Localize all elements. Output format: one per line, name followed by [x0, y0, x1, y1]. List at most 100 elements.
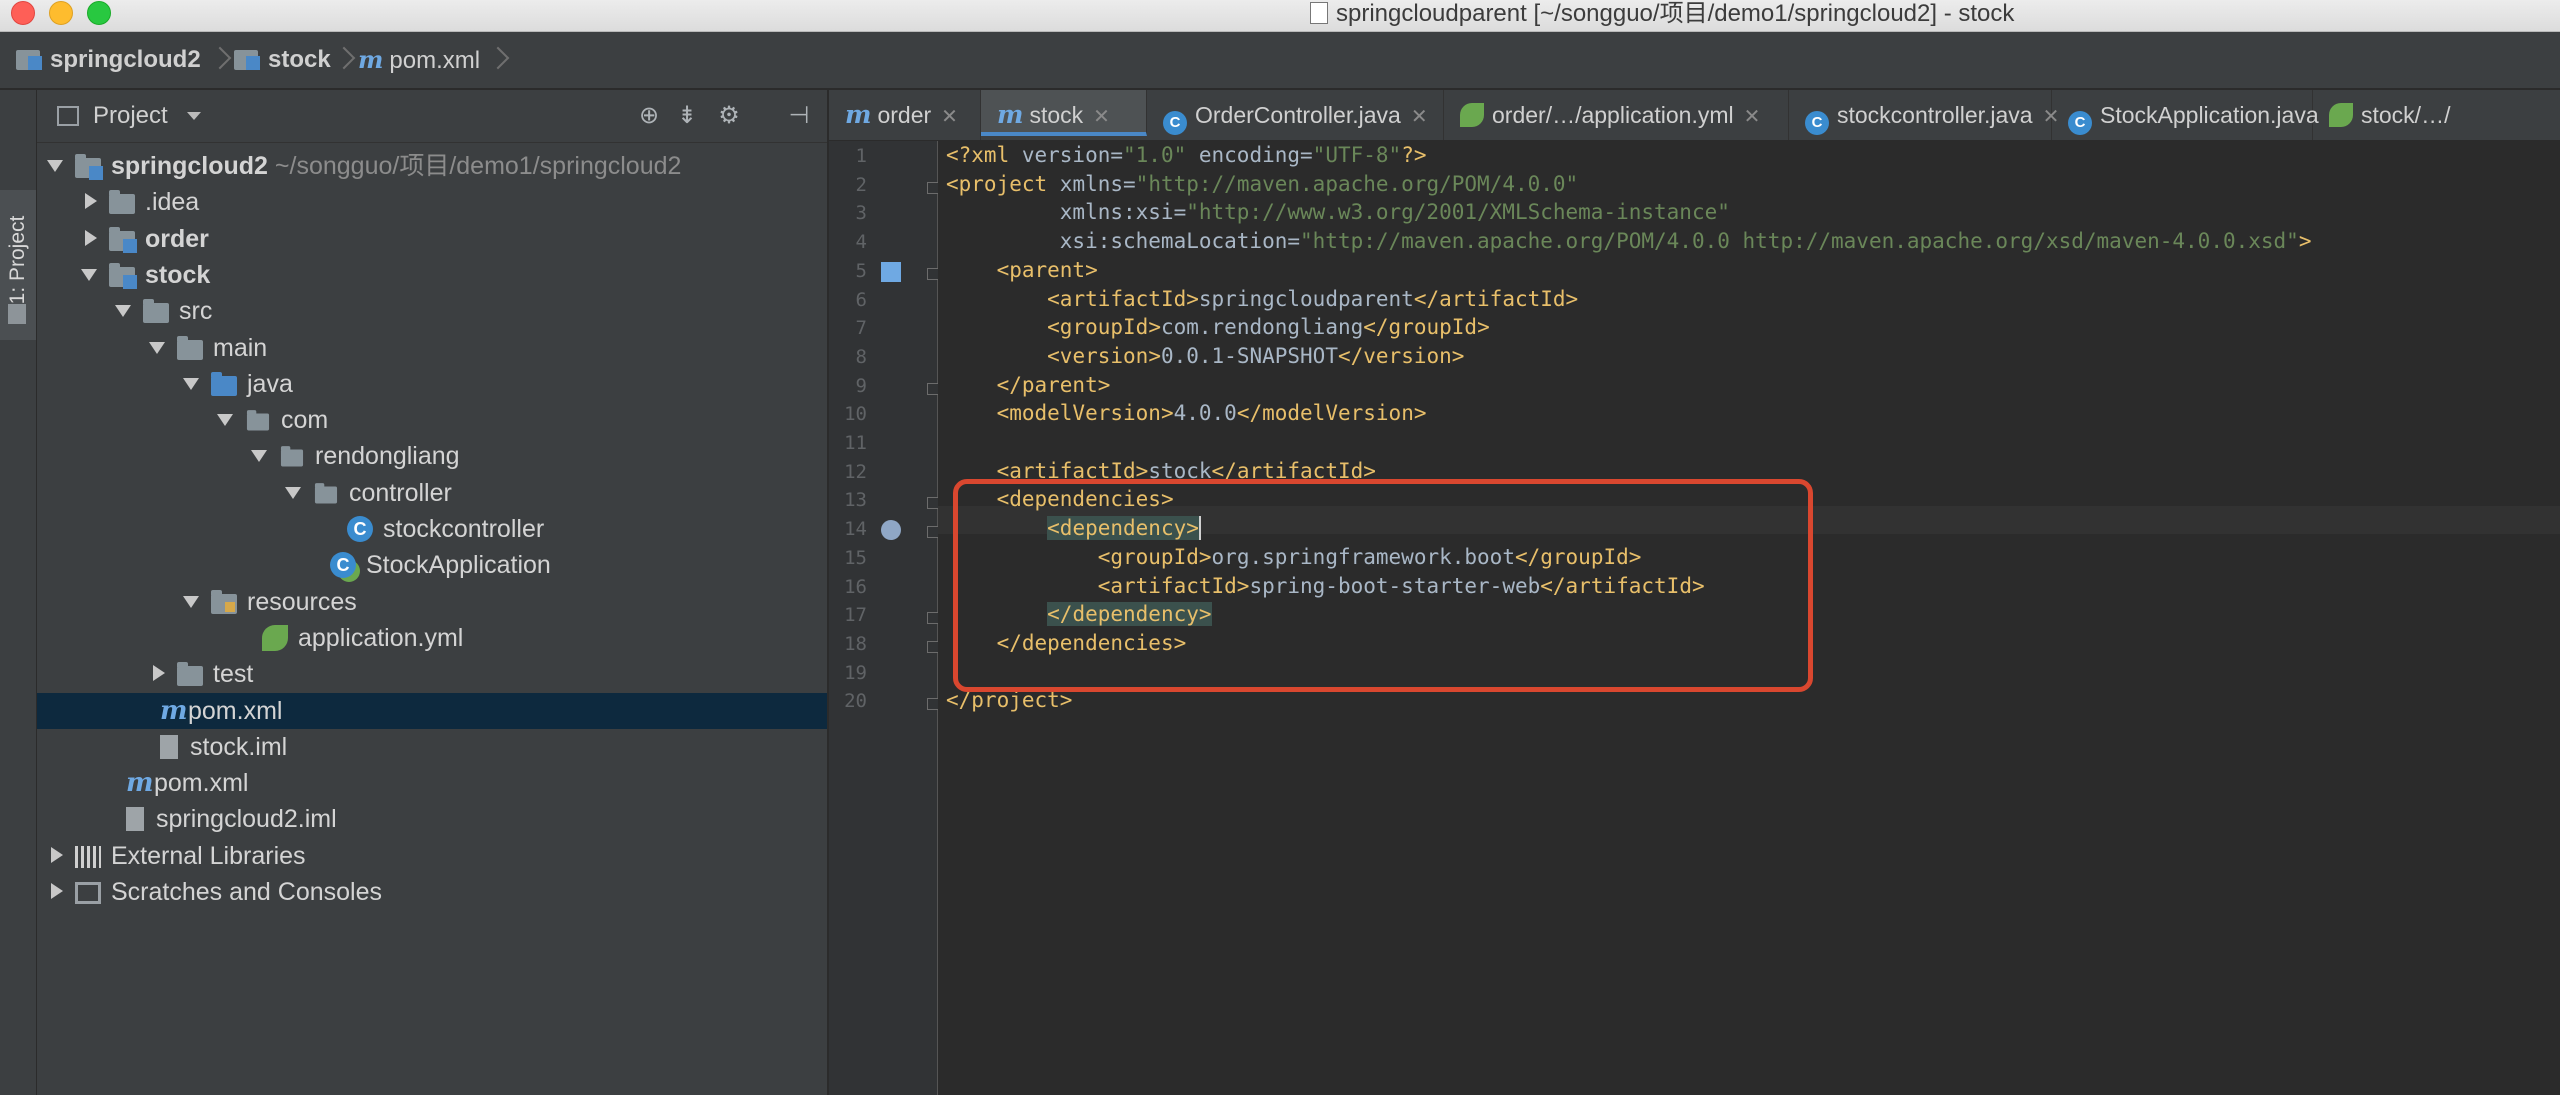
tree-item[interactable]: application.yml — [37, 620, 827, 656]
tree-item[interactable]: C StockApplication — [37, 547, 827, 583]
breadcrumb-separator — [336, 46, 350, 74]
expand-arrow-open-icon[interactable] — [215, 402, 235, 438]
tree-item[interactable]: java — [37, 366, 827, 402]
expand-arrow-open-icon[interactable] — [249, 438, 269, 474]
tree-item[interactable]: Scratches and Consoles — [37, 874, 827, 910]
class-icon: C — [347, 516, 373, 542]
tree-item-text: StockApplication — [366, 551, 551, 580]
collapse-icon[interactable]: ⇟ — [673, 102, 701, 130]
editor-tab-label: order — [877, 102, 932, 128]
breadcrumb-project-label: springcloud2 — [50, 46, 201, 73]
maximize-window-button[interactable] — [87, 1, 111, 25]
expand-arrow-open-icon[interactable] — [181, 584, 201, 620]
line-number: 18 — [844, 632, 867, 655]
iml-file-icon — [126, 807, 144, 832]
tree-item-label: order — [145, 221, 209, 257]
editor-tab[interactable]: C OrderController.java ✕ — [1147, 90, 1444, 140]
tree-item-text: com — [281, 406, 329, 435]
expand-arrow-closed-icon[interactable] — [45, 874, 65, 910]
spring-config-icon — [1460, 103, 1484, 127]
tree-item[interactable]: test — [37, 656, 827, 692]
maven-parent-icon[interactable] — [881, 261, 901, 282]
expand-arrow-closed-icon[interactable] — [79, 184, 99, 220]
tree-item[interactable]: src — [37, 293, 827, 329]
hide-icon[interactable]: ⊣ — [785, 102, 813, 130]
line-number: 20 — [844, 690, 867, 713]
close-tab-icon[interactable]: ✕ — [1411, 106, 1428, 128]
line-number: 12 — [844, 460, 867, 483]
tree-item-text: pom.xml — [154, 769, 249, 798]
expand-arrow-open-icon[interactable] — [113, 293, 133, 329]
spring-class-icon: C — [330, 552, 356, 579]
tree-item[interactable]: resources — [37, 584, 827, 620]
minimize-window-button[interactable] — [49, 1, 73, 25]
editor-tab-label: order/…/application.yml — [1492, 102, 1734, 128]
tree-item[interactable]: order — [37, 221, 827, 257]
expand-arrow-open-icon[interactable] — [147, 330, 167, 366]
close-tab-icon[interactable]: ✕ — [941, 106, 958, 128]
tree-item[interactable]: rendongliang — [37, 438, 827, 474]
expand-arrow-closed-icon[interactable] — [45, 838, 65, 874]
line-number: 7 — [855, 317, 867, 340]
tree-item[interactable]: Cstockcontroller — [37, 511, 827, 547]
line-number: 9 — [855, 374, 867, 397]
expand-arrow-open-icon[interactable] — [45, 148, 65, 184]
line-number: 5 — [855, 259, 867, 282]
maven-file-icon: m — [358, 45, 384, 74]
dependency-icon[interactable] — [881, 520, 901, 541]
tree-item-text: test — [213, 660, 254, 689]
tree-item-text: main — [213, 333, 268, 362]
editor-tab[interactable]: m order ✕ — [829, 90, 981, 140]
tree-item[interactable]: stock — [37, 257, 827, 293]
gear-icon[interactable]: ⚙ — [715, 102, 743, 130]
line-number: 17 — [844, 604, 867, 627]
code-line: <groupId>com.rendongliang</groupId> — [1047, 315, 1490, 340]
folder-icon — [143, 299, 169, 324]
close-window-button[interactable] — [11, 1, 35, 25]
chevron-down-icon[interactable] — [187, 112, 201, 120]
package-icon — [314, 482, 338, 504]
tree-item[interactable]: springcloud2.iml — [37, 801, 827, 837]
expand-arrow-closed-icon[interactable] — [79, 221, 99, 257]
editor-tab[interactable]: order/…/application.yml ✕ — [1444, 90, 1789, 140]
tree-item[interactable]: m pom.xml — [37, 692, 827, 729]
line-number: 11 — [844, 432, 867, 454]
tree-item[interactable]: stock.iml — [37, 729, 827, 765]
tree-item-text: resources — [247, 587, 357, 616]
package-icon — [280, 446, 304, 467]
expand-arrow-open-icon[interactable] — [181, 366, 201, 402]
tree-item[interactable]: main — [37, 330, 827, 366]
tree-item[interactable]: m pom.xml — [37, 765, 827, 801]
close-tab-icon[interactable]: ✕ — [1093, 106, 1110, 128]
project-tool-window-label[interactable]: 1: Project — [6, 200, 30, 320]
tree-item[interactable]: com — [37, 402, 827, 438]
project-panel: Project ⊕ ⇟ ⚙ ⊣ springcloud2 ~/songguo/项… — [37, 90, 829, 1095]
tree-item-label: StockApplication — [366, 547, 551, 583]
editor-tab[interactable]: m stock ✕ — [981, 90, 1147, 136]
line-number: 15 — [844, 546, 867, 569]
project-view-selector[interactable]: Project — [93, 102, 168, 130]
tree-item-label: stock — [145, 257, 210, 293]
project-panel-header: Project ⊕ ⇟ ⚙ ⊣ — [37, 90, 827, 143]
structure-icon[interactable] — [8, 304, 26, 324]
tree-item-text: stock — [145, 260, 211, 289]
editor-tab[interactable]: Cstockcontroller.java ✕ — [1789, 90, 2059, 140]
tree-item[interactable]: controller — [37, 475, 827, 511]
editor-tab[interactable]: stock/…/ — [2313, 90, 2560, 140]
expand-arrow-open-icon[interactable] — [79, 257, 99, 293]
tree-item[interactable]: springcloud2 ~/songguo/项目/demo1/springcl… — [37, 148, 827, 184]
close-tab-icon[interactable]: ✕ — [1744, 106, 1761, 128]
breadcrumb-project[interactable]: springcloud2 — [16, 32, 201, 88]
breadcrumb-module[interactable]: stock — [234, 32, 331, 88]
expand-arrow-closed-icon[interactable] — [147, 656, 167, 692]
expand-arrow-open-icon[interactable] — [283, 475, 303, 511]
editor-gutter: 1 2 3 4 5 6 7 8 9 10 11 12 13 14 15 16 17 18 19 20 — [829, 141, 939, 1095]
breadcrumb-file[interactable]: m pom.xml — [358, 32, 480, 88]
tree-item-label: pom.xml — [188, 693, 282, 729]
spring-config-icon — [2329, 103, 2353, 127]
breadcrumb-separator — [212, 46, 226, 74]
target-icon[interactable]: ⊕ — [635, 102, 663, 130]
tree-item[interactable]: .idea — [37, 184, 827, 220]
tree-item[interactable]: External Libraries — [37, 838, 827, 874]
editor-tab[interactable]: CStockApplication.java✕ — [2052, 90, 2345, 140]
